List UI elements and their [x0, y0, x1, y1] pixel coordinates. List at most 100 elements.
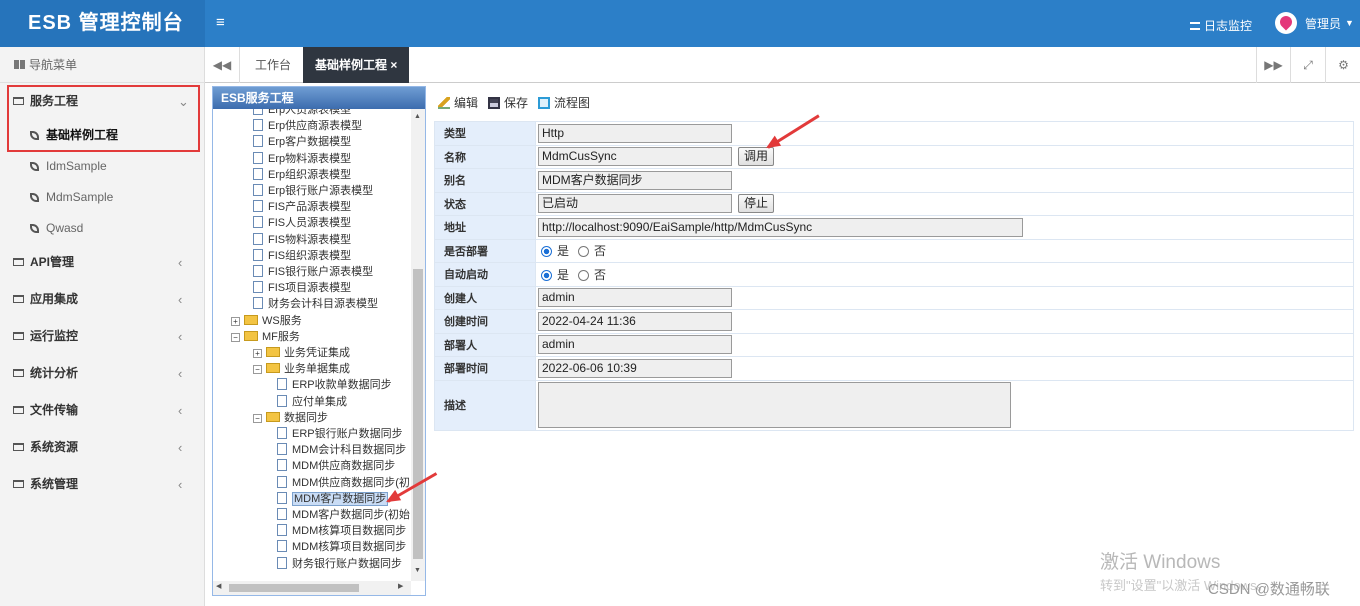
tree-node-label: MDM会计科目数据同步 [292, 444, 407, 457]
tree-leaf-node[interactable]: FIS物料源表模型 [253, 232, 351, 248]
tree-vertical-scrollbar[interactable]: ▲ ▼ [411, 109, 425, 581]
tree-leaf-node[interactable]: 应付单集成 [277, 394, 347, 410]
tree-leaf-node[interactable]: ERP银行账户数据同步 [277, 426, 403, 442]
tree-folder-node[interactable]: + 业务凭证集成 [253, 345, 350, 361]
sidebar-item-idmsample[interactable]: IdmSample [0, 151, 204, 182]
scroll-up-icon[interactable]: ▲ [414, 113, 421, 120]
log-monitor-link[interactable]: 日志监控 [1190, 17, 1252, 34]
tree-folder-node[interactable]: + WS服务 [231, 313, 302, 329]
sidebar-item-mdmsample[interactable]: MdmSample [0, 182, 204, 213]
tree-leaf-node[interactable]: FIS人员源表模型 [253, 215, 351, 231]
menu-toggle-button[interactable]: ≡ [216, 14, 225, 31]
tab-workbench[interactable]: 工作台 [243, 47, 303, 83]
expand-icon[interactable]: + [231, 316, 240, 326]
tree-title: ESB服务工程 [213, 87, 425, 109]
address-field[interactable]: http://localhost:9090/EaiSample/http/Mdm… [538, 217, 1023, 237]
deployer-field[interactable]: admin [538, 335, 732, 355]
expand-icon[interactable]: + [253, 349, 262, 358]
sidebar-group-file-transfer[interactable]: 文件传输 ‹ [0, 392, 204, 429]
type-label: 类型 [434, 121, 536, 146]
deployed-yes-radio[interactable] [541, 246, 552, 258]
tree-leaf-node[interactable]: ERP收款单数据同步 [277, 377, 392, 393]
scroll-down-icon[interactable]: ▼ [414, 567, 421, 574]
tree-folder-node[interactable]: − 业务单据集成 [253, 361, 350, 377]
sidebar-group-monitoring[interactable]: 运行监控 ‹ [0, 318, 204, 355]
chevron-left-icon: ‹ [178, 477, 183, 492]
created-time-field[interactable]: 2022-04-24 11:36 [538, 311, 732, 331]
sidebar-group-app-integration[interactable]: 应用集成 ‹ [0, 281, 204, 318]
sidebar-group-system-resources[interactable]: 系统资源 ‹ [0, 429, 204, 466]
gear-icon[interactable]: ⚙ [1326, 47, 1360, 83]
tree-node-label: Erp人员源表模型 [268, 109, 352, 116]
tree-node-label: Erp银行账户源表模型 [268, 185, 374, 197]
deployed-time-field[interactable]: 2022-06-06 10:39 [538, 358, 732, 378]
tree-leaf-node[interactable]: 财务会计科目源表模型 [253, 296, 378, 312]
scroll-left-button[interactable]: ◀◀ [205, 47, 240, 83]
collapse-icon[interactable]: − [253, 365, 262, 375]
tree-leaf-node[interactable]: MDM供应商数据同步 [277, 458, 395, 474]
tab-bar: ◀◀ 工作台 基础样例工程 × ▶▶ ⤢ ⚙ [205, 47, 1360, 83]
tree-leaf-node[interactable]: MDM核算项目数据同步 [277, 523, 406, 539]
sidebar-item-qwasd[interactable]: Qwasd [0, 213, 204, 244]
tree-node-label: 业务单据集成 [284, 363, 350, 376]
tree-leaf-node[interactable]: FIS银行账户源表模型 [253, 264, 373, 280]
type-field[interactable]: Http [538, 123, 732, 143]
folder-icon [13, 295, 24, 303]
auto-start-no-radio[interactable] [578, 269, 590, 281]
tree-leaf-node[interactable]: 财务银行账户数据同步 [277, 556, 402, 572]
tree-leaf-node[interactable]: FIS项目源表模型 [253, 280, 351, 296]
tree-leaf-node[interactable]: MDM会计科目数据同步 [277, 442, 406, 458]
document-icon [277, 394, 287, 407]
tree-leaf-node[interactable]: MDM客户数据同步(初始 [277, 507, 410, 523]
name-field[interactable]: MdmCusSync [538, 147, 732, 167]
avatar-icon [1275, 12, 1297, 34]
save-button[interactable]: 保存 [488, 95, 528, 111]
stop-button[interactable]: 停止 [738, 194, 775, 214]
fullscreen-icon[interactable]: ⤢ [1291, 47, 1326, 83]
scroll-right-button[interactable]: ▶▶ [1256, 47, 1291, 83]
user-menu[interactable]: 管理员 ▼ [1275, 12, 1354, 34]
creator-field[interactable]: admin [538, 288, 732, 308]
scroll-thumb[interactable] [413, 269, 423, 559]
close-icon[interactable]: × [390, 58, 397, 72]
tree-leaf-node[interactable]: Erp供应商源表模型 [253, 118, 362, 134]
document-icon [253, 151, 263, 164]
deployed-no-radio[interactable] [578, 246, 590, 258]
sidebar-group-system-admin[interactable]: 系统管理 ‹ [0, 466, 204, 503]
tree-leaf-node[interactable]: Erp人员源表模型 [253, 109, 351, 118]
tree-leaf-node[interactable]: FIS产品源表模型 [253, 199, 351, 215]
tree-folder-node[interactable]: − MF服务 [231, 329, 300, 345]
tree-leaf-node[interactable]: MDM核算项目数据同步 [277, 539, 406, 555]
tree-leaf-node[interactable]: Erp银行账户源表模型 [253, 183, 373, 199]
collapse-icon[interactable]: − [231, 332, 240, 342]
tree-folder-node[interactable]: − 数据同步 [253, 410, 328, 426]
tree-node-label: Erp物料源表模型 [268, 152, 352, 165]
tree-leaf-node[interactable]: MDM客户数据同步 [277, 491, 389, 507]
folder-icon [13, 332, 24, 340]
tree-leaf-node[interactable]: MDM供应商数据同步(初 [277, 475, 410, 491]
flowchart-button[interactable]: 流程图 [538, 95, 590, 111]
scroll-thumb[interactable] [229, 584, 359, 592]
radio-label: 否 [594, 267, 607, 282]
user-name: 管理员 [1305, 16, 1342, 31]
tree-horizontal-scrollbar[interactable]: ◀ ▶ [213, 581, 411, 595]
sidebar-group-statistics[interactable]: 统计分析 ‹ [0, 355, 204, 392]
status-field[interactable]: 已启动 [538, 194, 732, 214]
tree-node-label: ERP银行账户数据同步 [292, 428, 403, 440]
auto-start-yes-radio[interactable] [541, 269, 552, 281]
sidebar-group-api[interactable]: API管理 ‹ [0, 244, 204, 281]
tree-leaf-node[interactable]: Erp组织源表模型 [253, 167, 351, 183]
creator-label: 创建人 [434, 285, 536, 310]
tree-node-label: MDM供应商数据同步 [292, 460, 396, 473]
alias-field[interactable]: MDM客户数据同步 [538, 170, 732, 190]
tab-basic-sample[interactable]: 基础样例工程 × [303, 47, 410, 83]
scroll-left-icon[interactable]: ◀ [216, 582, 221, 590]
tree-leaf-node[interactable]: FIS组织源表模型 [253, 248, 351, 264]
collapse-icon[interactable]: − [253, 413, 262, 423]
tree-leaf-node[interactable]: Erp客户数据模型 [253, 134, 351, 150]
tree-leaf-node[interactable]: Erp物料源表模型 [253, 151, 351, 167]
tree-node-label: FIS产品源表模型 [268, 201, 352, 214]
scroll-right-icon[interactable]: ▶ [398, 582, 403, 590]
description-textarea[interactable] [538, 382, 1011, 428]
edit-button[interactable]: 编辑 [438, 95, 478, 111]
